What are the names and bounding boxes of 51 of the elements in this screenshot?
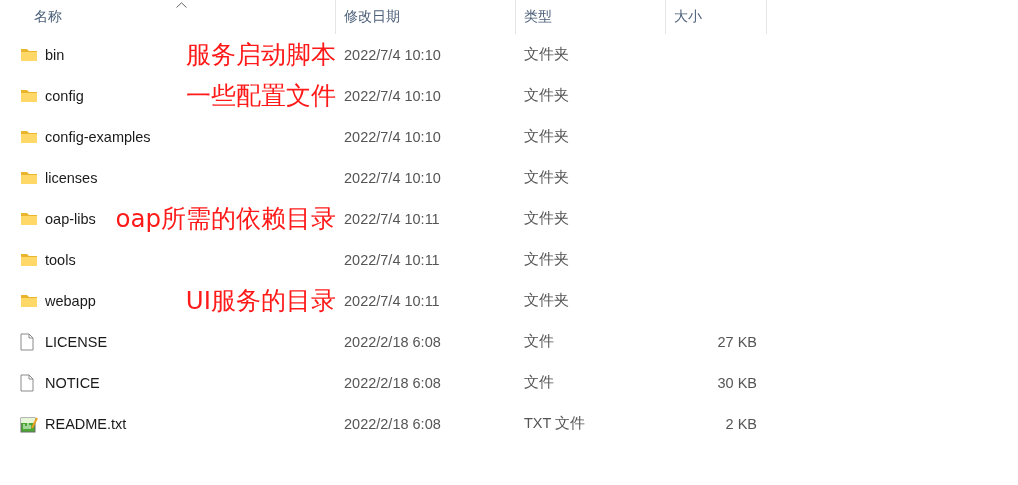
- folder-icon: [20, 251, 38, 268]
- date-text: 2022/7/4 10:10: [344, 87, 441, 104]
- file-name[interactable]: README.txt: [45, 415, 127, 432]
- annotation-text: 一些配置文件: [186, 80, 336, 112]
- type-text: 文件夹: [524, 209, 569, 228]
- folder-icon: [20, 210, 38, 227]
- size-text: 30 KB: [717, 374, 757, 391]
- annotation-text: UI服务的目录: [185, 285, 336, 317]
- date-text: 2022/2/18 6:08: [344, 415, 441, 432]
- column-header[interactable]: 大小: [666, 0, 767, 34]
- file-name[interactable]: NOTICE: [45, 374, 100, 391]
- type-text: 文件夹: [524, 291, 569, 310]
- date-text: 2022/7/4 10:11: [344, 292, 440, 309]
- type-text: 文件: [524, 373, 554, 392]
- date-text: 2022/7/4 10:10: [344, 128, 441, 145]
- annotation-text: 服务启动脚本: [186, 39, 336, 71]
- column-header[interactable]: 修改日期: [336, 0, 516, 34]
- date-text: 2022/7/4 10:11: [344, 210, 440, 227]
- file-name[interactable]: config: [45, 87, 84, 104]
- file-name[interactable]: config-examples: [45, 128, 151, 145]
- file-icon: [20, 373, 34, 392]
- file-name[interactable]: LICENSE: [45, 333, 108, 350]
- date-text: 2022/7/4 10:10: [344, 169, 441, 186]
- file-name[interactable]: webapp: [45, 292, 96, 309]
- folder-icon: [20, 128, 38, 145]
- notepad-icon: [20, 414, 38, 433]
- folder-icon: [20, 169, 38, 186]
- type-text: 文件夹: [524, 168, 569, 187]
- column-header[interactable]: 名称: [0, 0, 336, 34]
- date-text: 2022/7/4 10:10: [344, 46, 441, 63]
- type-text: 文件夹: [524, 250, 569, 269]
- size-text: 2 KB: [725, 415, 757, 432]
- type-text: 文件夹: [524, 45, 569, 64]
- file-name[interactable]: bin: [45, 46, 65, 63]
- folder-icon: [20, 87, 38, 104]
- date-text: 2022/7/4 10:11: [344, 251, 440, 268]
- file-name[interactable]: licenses: [45, 169, 98, 186]
- folder-icon: [20, 46, 38, 63]
- annotation-text: oap所需的依赖目录: [115, 203, 336, 235]
- date-text: 2022/2/18 6:08: [344, 333, 441, 350]
- column-header[interactable]: 类型: [516, 0, 666, 34]
- file-name[interactable]: oap-libs: [45, 210, 96, 227]
- file-icon: [20, 332, 34, 351]
- date-text: 2022/2/18 6:08: [344, 374, 441, 391]
- folder-icon: [20, 292, 38, 309]
- size-text: 27 KB: [717, 333, 757, 350]
- type-text: 文件夹: [524, 127, 569, 146]
- file-name[interactable]: tools: [45, 251, 76, 268]
- type-text: TXT 文件: [524, 414, 586, 433]
- type-text: 文件夹: [524, 86, 569, 105]
- type-text: 文件: [524, 332, 554, 351]
